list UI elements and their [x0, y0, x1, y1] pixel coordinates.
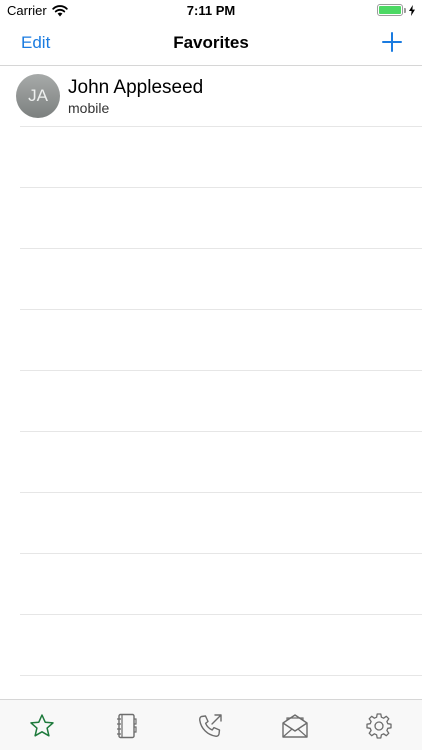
empty-row [0, 615, 422, 676]
empty-row [0, 493, 422, 554]
status-time: 7:11 PM [186, 3, 236, 18]
navigation-bar: Edit Favorites [0, 22, 422, 66]
favorites-list: JA John Appleseed mobile [0, 66, 422, 676]
envelope-open-icon [282, 714, 308, 738]
tab-favorites[interactable] [27, 712, 57, 740]
charging-bolt-icon [409, 4, 415, 16]
tab-settings[interactable] [364, 712, 394, 740]
empty-row [0, 310, 422, 371]
address-book-icon [117, 713, 137, 739]
plus-icon[interactable] [382, 32, 402, 52]
phone-outgoing-icon [199, 714, 222, 737]
battery-icon [377, 4, 403, 16]
contact-phone-label: mobile [68, 100, 110, 116]
empty-row [0, 554, 422, 615]
empty-row [0, 371, 422, 432]
empty-row [0, 249, 422, 310]
tab-voicemail[interactable] [280, 712, 310, 740]
empty-row [0, 127, 422, 188]
page-title: Favorites [173, 33, 249, 52]
tab-recents[interactable] [196, 712, 226, 740]
gear-icon [366, 713, 392, 739]
empty-row [0, 188, 422, 249]
tab-bar [0, 699, 422, 750]
contact-name: John Appleseed [68, 77, 204, 98]
favorite-row[interactable]: JA John Appleseed mobile [0, 66, 422, 127]
avatar: JA [16, 74, 60, 118]
tab-contacts[interactable] [111, 712, 141, 740]
star-icon [30, 714, 54, 737]
battery-group [377, 4, 415, 16]
status-bar: Carrier 7:11 PM [0, 0, 422, 22]
empty-row [0, 432, 422, 493]
